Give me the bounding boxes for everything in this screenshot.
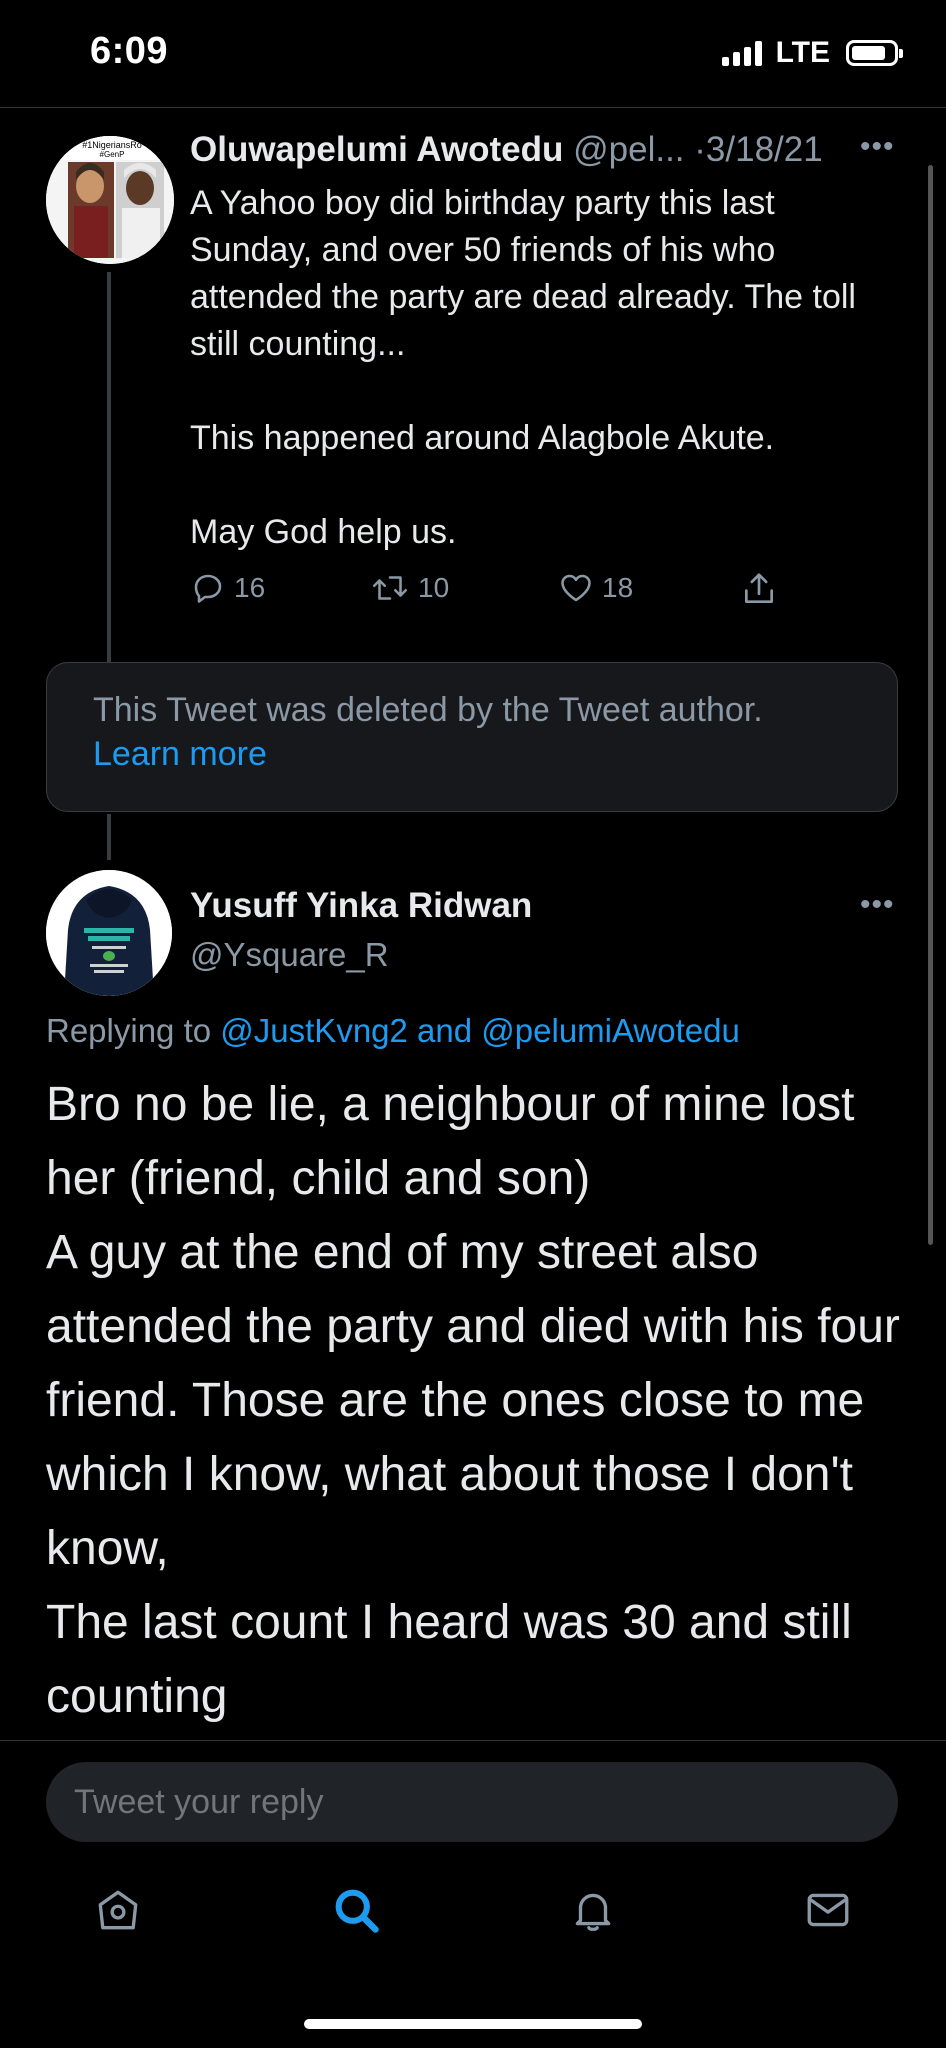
mention-link[interactable]: @pelumiAwotedu [481, 1012, 740, 1049]
tweet-body: Bro no be lie, a neighbour of mine lost … [46, 1068, 916, 1734]
retweet-button[interactable]: 10 [370, 570, 449, 606]
tweet-date[interactable]: 3/18/21 [706, 130, 823, 169]
more-options-icon[interactable]: ••• [860, 888, 895, 922]
learn-more-link[interactable]: Learn more [93, 735, 267, 774]
heart-icon [561, 574, 591, 602]
tweet-text: Bro no be lie, a neighbour of mine lost … [46, 1078, 855, 1205]
author-name[interactable]: Yusuff Yinka Ridwan [190, 886, 532, 926]
avatar-image [46, 870, 172, 996]
author-avatar[interactable] [46, 870, 172, 996]
search-icon [335, 1889, 379, 1933]
battery-icon [846, 40, 903, 66]
retweet-icon [372, 576, 408, 600]
avatar-image: #1NigeriansRo #GenP [46, 136, 174, 264]
author-name[interactable]: Oluwapelumi Awotedu [190, 130, 563, 169]
replying-prefix: Replying to [46, 1012, 212, 1049]
tweet-actions: 16 10 18 [190, 570, 790, 620]
status-bar: 6:09 LTE [0, 0, 946, 108]
reply-divider [0, 1740, 946, 1741]
replying-and: and [417, 1012, 473, 1049]
status-time: 6:09 [90, 30, 169, 72]
author-handle[interactable]: @Ysquare_R [190, 936, 389, 974]
header-separator: · [694, 130, 706, 169]
reply-count: 16 [234, 572, 266, 603]
like-button[interactable]: 18 [558, 570, 633, 606]
tweet-text: This happened around Alagbole Akute. [190, 419, 775, 457]
network-type: LTE [775, 36, 830, 69]
tab-notifications[interactable] [553, 1870, 633, 1950]
scrollbar[interactable] [928, 165, 933, 1245]
more-options-icon[interactable]: ••• [860, 130, 895, 164]
replying-to: Replying to @JustKvng2 and @pelumiAwoted… [46, 1012, 740, 1050]
tab-home[interactable] [78, 1870, 158, 1950]
mention-link[interactable]: @JustKvng2 [220, 1012, 408, 1049]
tweet-text: A guy at the end of my street also atten… [46, 1226, 900, 1575]
avatar-caption: #GenP [100, 150, 125, 159]
tab-messages[interactable] [788, 1870, 868, 1950]
deleted-tweet-message: This Tweet was deleted by the Tweet auth… [93, 691, 763, 729]
signal-icon [721, 40, 762, 66]
home-icon [98, 1890, 138, 1930]
share-icon [744, 573, 774, 604]
tweet-body: A Yahoo boy did birthday party this last… [190, 180, 890, 556]
tab-search[interactable] [316, 1870, 396, 1950]
share-button[interactable] [740, 570, 778, 608]
tweet-header: Oluwapelumi Awotedu @pel... ·3/18/21 [190, 130, 823, 170]
status-indicators: LTE [721, 36, 903, 70]
reply-input[interactable] [46, 1762, 898, 1842]
reply-icon [194, 574, 222, 603]
deleted-tweet-card: This Tweet was deleted by the Tweet auth… [46, 662, 898, 812]
like-count: 18 [602, 572, 634, 603]
home-indicator[interactable] [304, 2019, 642, 2029]
author-avatar[interactable]: #1NigeriansRo #GenP [46, 136, 174, 264]
bell-icon [575, 1893, 611, 1931]
author-handle[interactable]: @pel... [573, 130, 684, 169]
thread-connector [107, 814, 111, 860]
thread-connector [107, 272, 111, 662]
mail-icon [807, 1893, 849, 1927]
tweet-text: May God help us. [190, 513, 457, 551]
avatar-caption: #1NigeriansRo [82, 140, 142, 150]
header-divider [0, 107, 946, 108]
tweet-text: The last count I heard was 30 and still … [46, 1596, 852, 1723]
reply-button[interactable]: 16 [190, 570, 265, 606]
retweet-count: 10 [418, 572, 450, 603]
tab-bar [0, 1870, 946, 1960]
tweet-text: A Yahoo boy did birthday party this last… [190, 184, 856, 363]
